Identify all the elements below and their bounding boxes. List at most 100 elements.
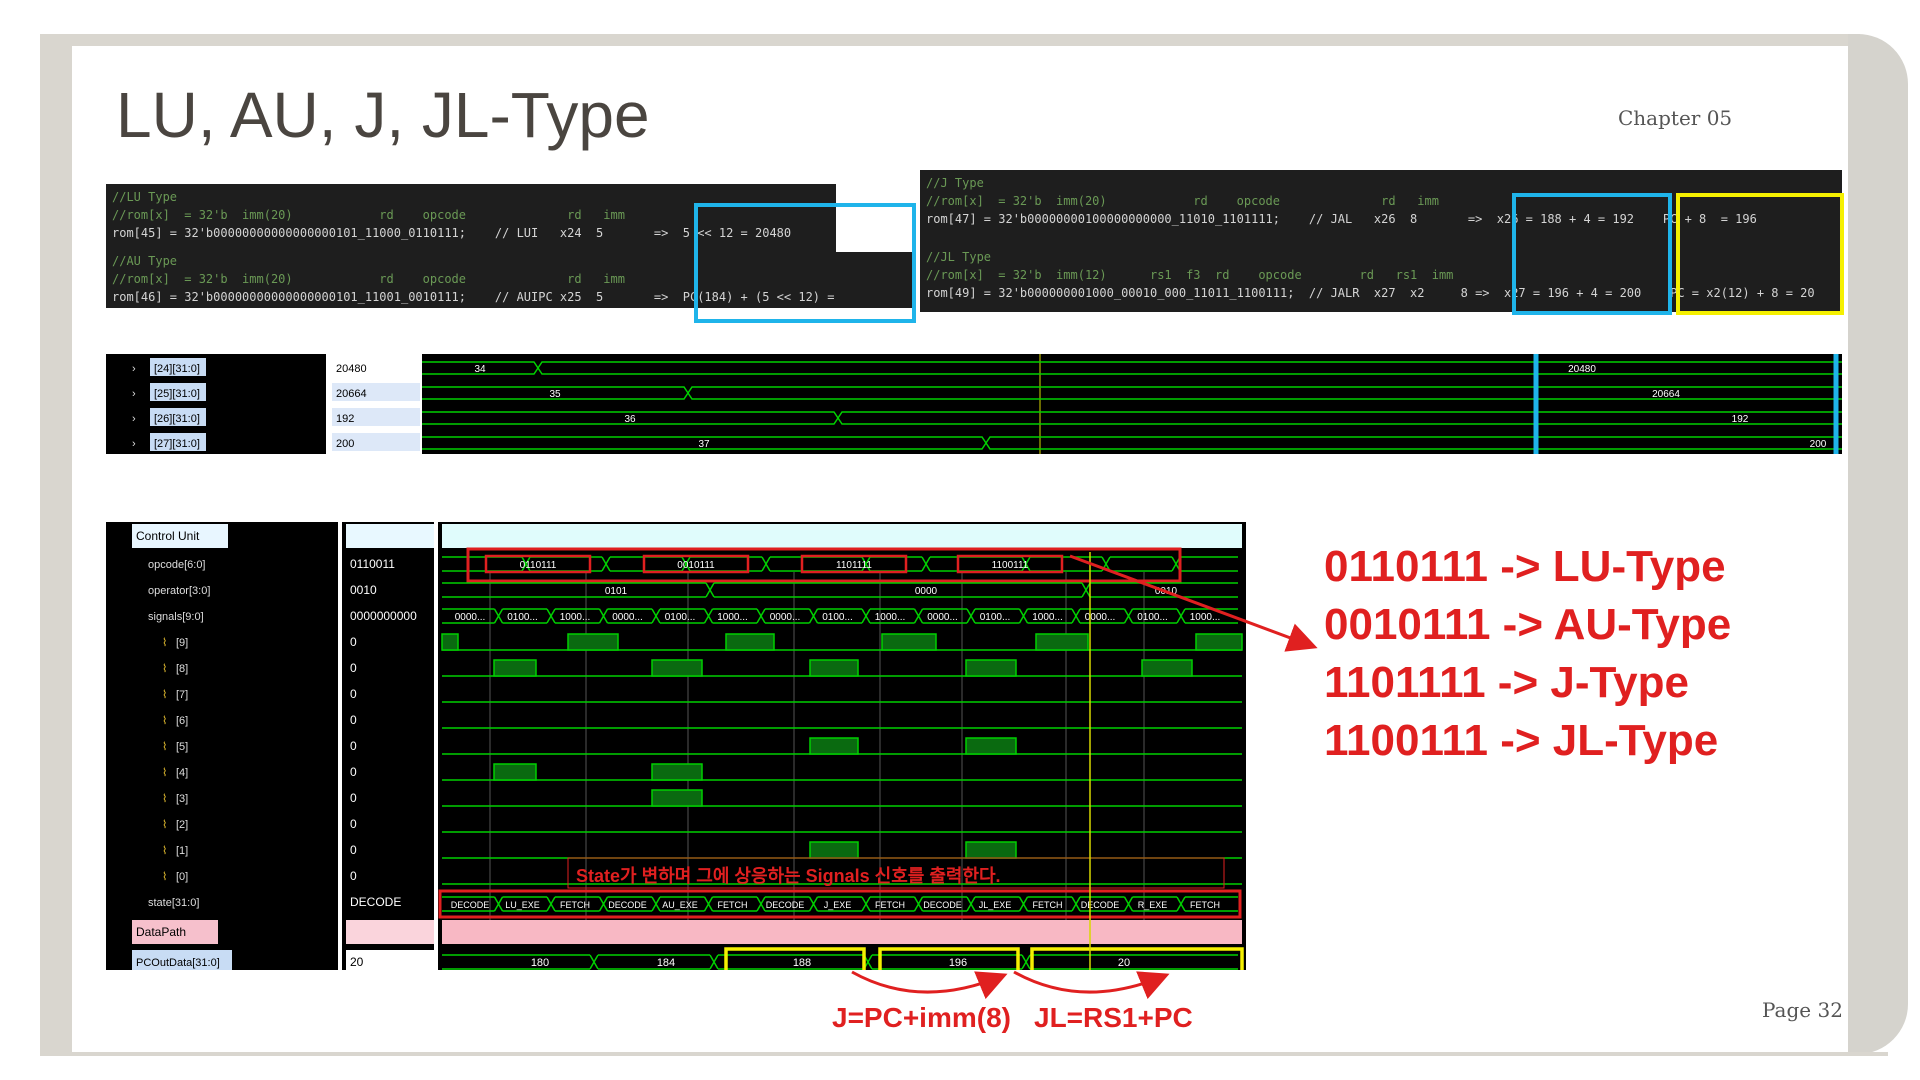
j-note: J=PC+imm(8) — [832, 1002, 1011, 1033]
bus-label: 0100... — [980, 612, 1011, 623]
signal-name: [4] — [176, 767, 188, 779]
bit-icon: ⌇ — [162, 715, 167, 727]
signal-name: [25][31:0] — [154, 388, 200, 400]
bit-pulse — [1141, 659, 1193, 677]
code-line: //LU Type — [112, 190, 178, 204]
bus-label: FETCH — [1033, 900, 1063, 910]
bit-icon: ⌇ — [162, 793, 167, 805]
bit-pulse — [441, 633, 459, 651]
highlight-box-blue — [1512, 193, 1672, 315]
bus-label: 192 — [1732, 414, 1749, 425]
bus-label: 1100111 — [992, 560, 1029, 571]
signal-value: 0 — [350, 765, 357, 779]
bus-label: FETCH — [1190, 900, 1220, 910]
bit-icon: ⌇ — [162, 741, 167, 753]
signal-value: 20 — [350, 955, 364, 969]
signal-name: [24][31:0] — [154, 363, 200, 375]
bus-label: 0000... — [770, 612, 801, 623]
bus-label: 20480 — [1568, 364, 1596, 375]
signal-value: 0 — [350, 843, 357, 857]
bit-icon: ⌇ — [162, 819, 167, 831]
bit-pulse — [809, 737, 859, 755]
signal-name: [6] — [176, 715, 188, 727]
slide-frame — [1848, 34, 1908, 1054]
signal-value: 0 — [350, 869, 357, 883]
bus-label: 0010111 — [677, 560, 715, 571]
signal-value: DECODE — [350, 895, 401, 909]
bus-label: J_EXE — [824, 900, 852, 910]
code-line: //rom[x] = 32'b imm(20) rd opcode rd imm — [926, 194, 1439, 208]
signal-value: 20480 — [336, 363, 367, 375]
signal-name-pane — [106, 354, 326, 454]
mapping-line: 0010111 -> AU-Type — [1324, 600, 1732, 649]
signal-name: [26][31:0] — [154, 413, 200, 425]
wave-pane — [422, 354, 1842, 454]
bit-icon: ⌇ — [162, 689, 167, 701]
bit-pulse — [651, 789, 703, 807]
code-line: //J Type — [926, 176, 984, 190]
bit-pulse — [1035, 633, 1089, 651]
code-line: //rom[x] = 32'b imm(20) rd opcode rd imm — [112, 208, 625, 222]
bus-label: 0100... — [1137, 612, 1168, 623]
bus-label: LU_EXE — [505, 900, 540, 910]
signal-value: 0 — [350, 817, 357, 831]
bus-label: DECODE — [923, 900, 962, 910]
bit-icon: ⌇ — [162, 871, 167, 883]
bus-label: 37 — [698, 439, 710, 450]
bus-label: 0000... — [612, 612, 643, 623]
bit-pulse — [965, 659, 1017, 677]
bus-label: DECODE — [608, 900, 647, 910]
mapping-line: 0110111 -> LU-Type — [1324, 542, 1726, 591]
bus-label: 184 — [657, 957, 675, 969]
expand-arrow: › — [132, 388, 136, 400]
signal-name: [9] — [176, 637, 188, 649]
signal-name: [3] — [176, 793, 188, 805]
group-header: DataPath — [136, 925, 186, 939]
bus-label: DECODE — [451, 900, 490, 910]
bit-pulse — [567, 633, 619, 651]
slide-title: LU, AU, J, JL-Type — [116, 79, 650, 151]
control-unit-waveform: Control Unitopcode[6:0] 0110011 0110111 001… — [106, 522, 1246, 970]
signal-name: [1] — [176, 845, 188, 857]
signal-value: 0 — [350, 687, 357, 701]
bus-label: R_EXE — [1138, 900, 1168, 910]
wave-header-bg — [442, 524, 1242, 548]
slide: LU, AU, J, JL-Type Chapter 05 Page 32 //… — [0, 0, 1920, 1080]
slide-frame — [40, 34, 72, 1054]
jl-note: JL=RS1+PC — [1034, 1002, 1193, 1033]
bit-icon: ⌇ — [162, 637, 167, 649]
bit-icon: ⌇ — [162, 663, 167, 675]
bus-label: 35 — [549, 389, 561, 400]
bus-label: 1000... — [1190, 612, 1221, 623]
bus-label: AU_EXE — [662, 900, 698, 910]
bus-label: FETCH — [875, 900, 905, 910]
bus-label: 0000... — [927, 612, 958, 623]
code-line: rom[45] = 32'b00000000000000000101_11000… — [112, 226, 792, 240]
page-number: Page 32 — [1762, 998, 1843, 1022]
signal-name: state[31:0] — [148, 897, 199, 909]
bit-icon: ⌇ — [162, 845, 167, 857]
value-header-bg — [346, 524, 434, 548]
signal-value: 0 — [350, 713, 357, 727]
bit-pulse — [965, 737, 1017, 755]
bit-pulse — [965, 841, 1017, 859]
signal-value: 0 — [350, 661, 357, 675]
signal-value: 192 — [336, 413, 354, 425]
expand-arrow: › — [132, 438, 136, 450]
bit-pulse — [493, 763, 537, 781]
bit-pulse — [809, 659, 859, 677]
bit-pulse — [809, 841, 859, 859]
signal-value: 0 — [350, 791, 357, 805]
bus-label: 0100... — [665, 612, 696, 623]
signal-name: [7] — [176, 689, 188, 701]
signal-value: 200 — [336, 438, 354, 450]
bus-label: 1101111 — [836, 560, 872, 571]
bus-label: DECODE — [766, 900, 805, 910]
bus-label: 196 — [949, 957, 967, 969]
bus-label: FETCH — [718, 900, 748, 910]
signal-value: 0 — [350, 739, 357, 753]
signal-name: [5] — [176, 741, 188, 753]
signal-value: 0110011 — [350, 557, 395, 571]
bus-label: 20 — [1118, 957, 1130, 969]
slide-frame — [40, 1052, 1888, 1056]
